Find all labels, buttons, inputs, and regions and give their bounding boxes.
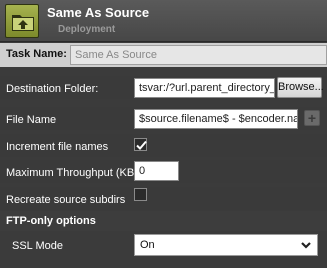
maximum-throughput-label: Maximum Throughput (KB)	[6, 167, 138, 179]
task-name-input[interactable]: Same As Source	[70, 45, 327, 65]
folder-upload-icon	[5, 4, 39, 38]
ssl-mode-select[interactable]: On	[134, 234, 318, 256]
recreate-source-subdirs-checkbox[interactable]	[134, 188, 147, 201]
file-name-label: File Name	[6, 114, 57, 126]
increment-file-names-label: Increment file names	[6, 141, 109, 153]
maximum-throughput-input[interactable]: 0	[134, 161, 179, 181]
chevron-down-icon[interactable]	[297, 235, 317, 255]
ftp-options-heading: FTP-only options	[6, 215, 96, 227]
task-title: Same As Source	[47, 5, 150, 20]
task-subtitle: Deployment	[58, 24, 116, 35]
recreate-source-subdirs-row: Recreate source subdirs	[0, 187, 327, 210]
maximum-throughput-row: Maximum Throughput (KB) 0	[0, 160, 327, 183]
task-name-label: Task Name:	[6, 48, 67, 60]
plus-icon[interactable]: +	[304, 110, 320, 126]
destination-folder-input[interactable]: tsvar:/?url.parent_directory_url	[134, 78, 275, 98]
task-header: Same As Source Deployment	[0, 0, 327, 42]
task-name-row: Task Name: Same As Source	[0, 43, 327, 67]
destination-folder-label: Destination Folder:	[6, 83, 99, 95]
checkmark-icon	[136, 140, 147, 150]
file-name-row: File Name $source.filename$ - $encoder.n…	[0, 107, 327, 130]
browse-button[interactable]: Browse...	[277, 77, 324, 98]
file-name-input[interactable]: $source.filename$ - $encoder.nam	[134, 109, 298, 129]
ssl-mode-value: On	[140, 239, 155, 251]
destination-folder-row: Destination Folder: tsvar:/?url.parent_d…	[0, 76, 327, 99]
ssl-mode-label: SSL Mode	[12, 240, 63, 252]
increment-file-names-checkbox[interactable]	[134, 138, 147, 151]
increment-file-names-row: Increment file names	[0, 134, 327, 157]
ftp-options-section: FTP-only options	[0, 211, 327, 231]
recreate-source-subdirs-label: Recreate source subdirs	[6, 194, 126, 206]
